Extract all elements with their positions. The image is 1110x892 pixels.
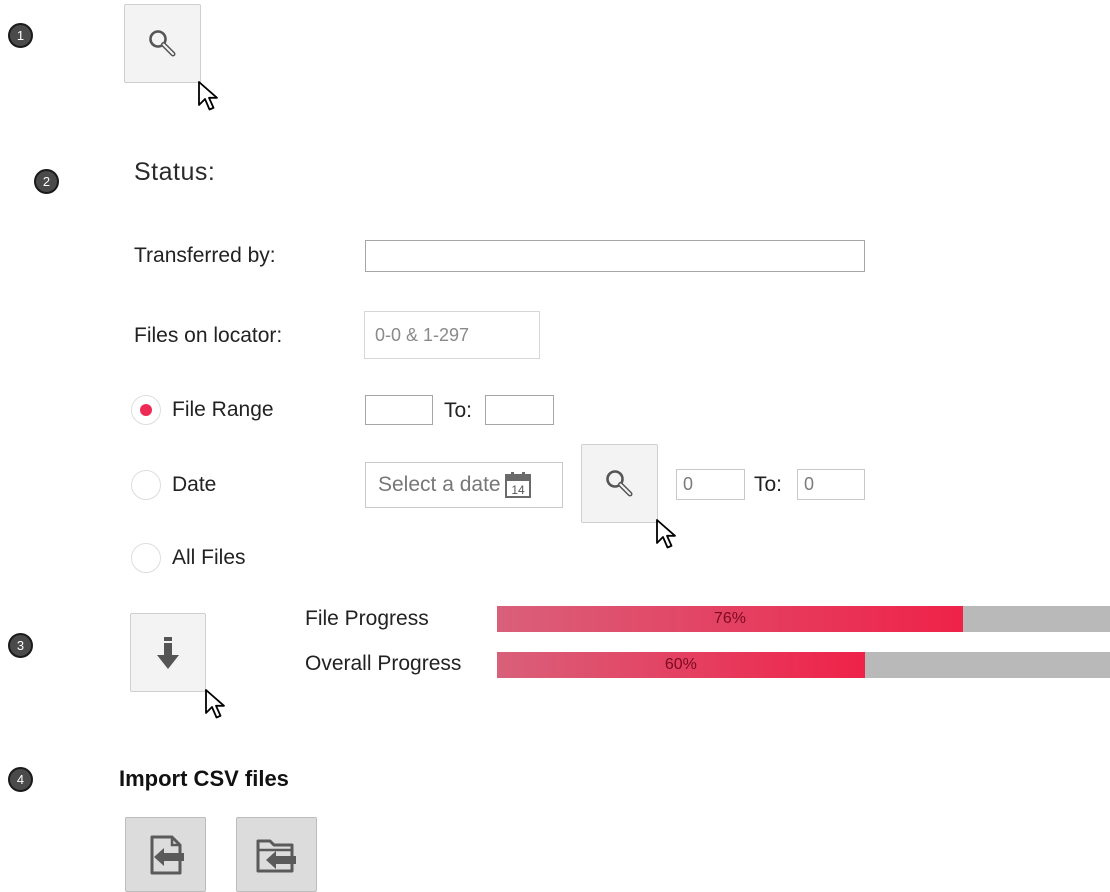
mouse-cursor-icon: [198, 81, 218, 111]
step-badge-1: 1: [8, 23, 33, 48]
import-file-button[interactable]: [125, 817, 206, 892]
transferred-by-input[interactable]: [365, 240, 865, 272]
all-files-radio[interactable]: [131, 543, 161, 573]
date-search-button[interactable]: [581, 444, 658, 523]
date-picker-placeholder: Select a date: [378, 473, 501, 496]
calendar-day-text: 14: [511, 483, 525, 497]
file-progress-label: File Progress: [305, 607, 429, 630]
overall-progress-text: 60%: [664, 656, 697, 673]
download-button[interactable]: [130, 613, 206, 692]
mouse-cursor-icon: [205, 689, 225, 719]
calendar-icon[interactable]: 14: [503, 470, 533, 500]
import-file-icon: [150, 835, 184, 874]
import-folder-button[interactable]: [236, 817, 317, 892]
date-label: Date: [172, 473, 217, 496]
transferred-by-label: Transferred by:: [134, 244, 276, 267]
search-button[interactable]: [124, 4, 201, 83]
date-radio[interactable]: [131, 470, 161, 500]
step-badge-4: 4: [8, 767, 33, 792]
file-range-to-label: To:: [444, 399, 473, 422]
magnifier-icon: [148, 29, 175, 56]
date-picker[interactable]: Select a date 14: [365, 462, 563, 508]
step-badge-3: 3: [8, 633, 33, 658]
overall-progress-bar: 60%: [497, 652, 1110, 678]
files-on-locator-value: 0-0 & 1-297: [364, 311, 540, 359]
status-title: Status:: [134, 158, 216, 186]
date-to-label: To:: [754, 473, 783, 496]
step-badge-2: 2: [34, 169, 59, 194]
file-progress-bar: 76%: [497, 606, 1110, 632]
file-range-to-input[interactable]: [485, 395, 554, 425]
file-range-radio[interactable]: [131, 395, 161, 425]
import-folder-icon: [256, 839, 296, 872]
file-range-label: File Range: [172, 398, 274, 421]
download-arrow-icon: [157, 636, 179, 669]
files-on-locator-label: Files on locator:: [134, 324, 283, 347]
date-to-input[interactable]: [797, 469, 865, 500]
overall-progress-label: Overall Progress: [305, 652, 462, 675]
magnifier-icon: [605, 469, 632, 496]
file-range-from-input[interactable]: [365, 395, 433, 425]
file-progress-text: 76%: [713, 610, 746, 627]
mouse-cursor-icon: [656, 519, 676, 549]
import-csv-title: Import CSV files: [119, 766, 289, 791]
date-from-input[interactable]: [676, 469, 745, 500]
all-files-label: All Files: [172, 546, 246, 569]
